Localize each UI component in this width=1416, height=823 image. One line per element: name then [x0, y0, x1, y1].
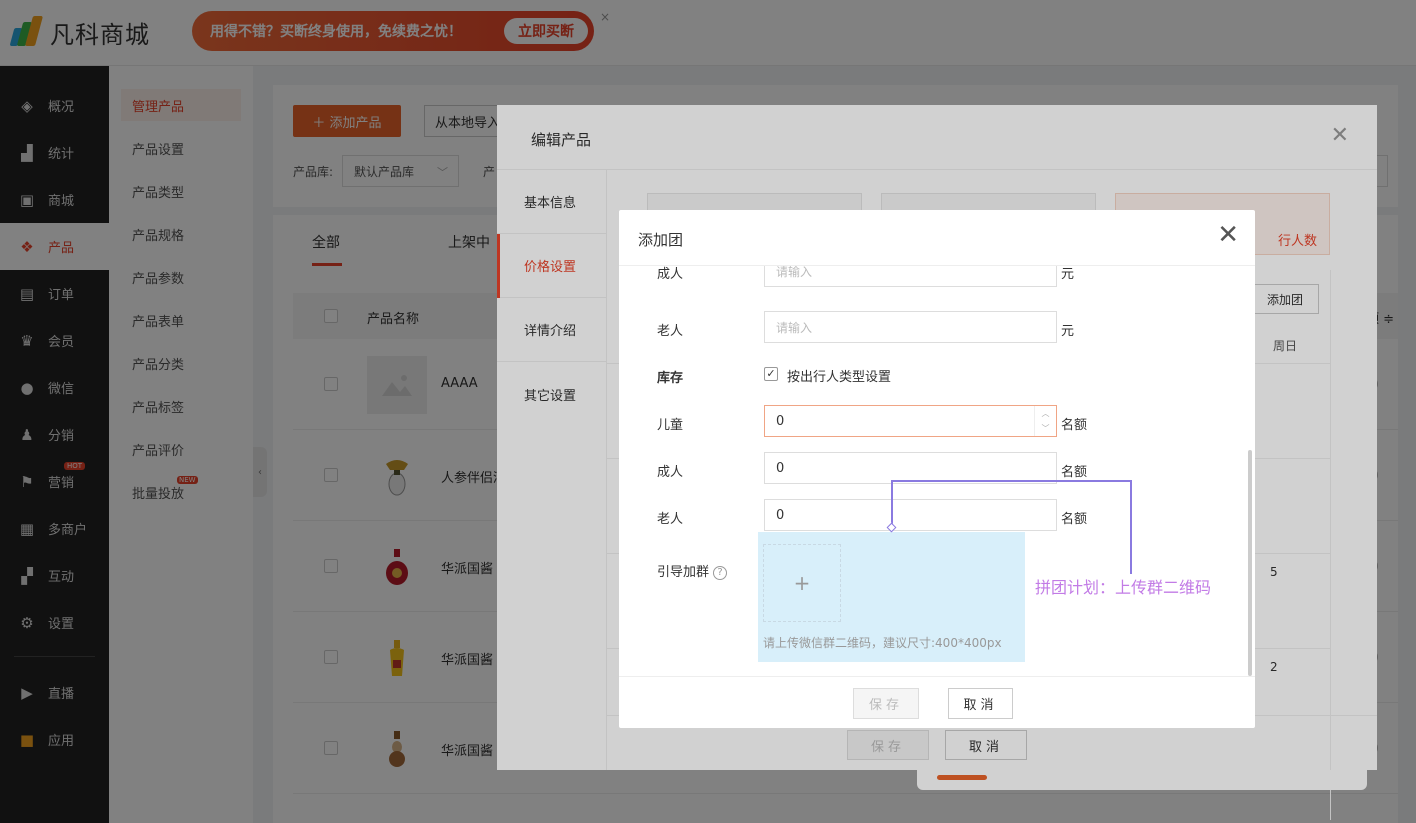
field-label: 成人	[657, 465, 684, 480]
dialog-body: 成人 请输入 元 老人 请输入 元 库存 ✓ 按出行人类型设置 儿童 0 ︿ ﹀ …	[619, 266, 1255, 676]
checkbox-label: 按出行人类型设置	[787, 370, 892, 385]
unit-label: 名额	[1061, 418, 1088, 433]
adult-price-input[interactable]: 请输入	[764, 266, 1057, 287]
dialog-title: 添加团	[638, 231, 684, 249]
add-group-dialog: 添加团 ✕ 成人 请输入 元 老人 请输入 元 库存 ✓ 按出行人类型设置 儿童…	[619, 210, 1255, 728]
child-quota-input[interactable]: 0 ︿ ﹀	[764, 405, 1057, 437]
senior-price-input[interactable]: 请输入	[764, 311, 1057, 343]
field-label: 老人	[657, 512, 684, 527]
stepper-up-icon[interactable]: ︿	[1035, 406, 1056, 421]
qr-upload-area: + 请上传微信群二维码，建议尺寸:400*400px	[758, 532, 1025, 662]
unit-label: 元	[1061, 267, 1075, 282]
upload-hint: 请上传微信群二维码，建议尺寸:400*400px	[763, 636, 1002, 650]
cancel-button[interactable]: 取消	[948, 688, 1013, 719]
help-icon[interactable]: ?	[713, 565, 728, 580]
vertical-scrollbar[interactable]	[1248, 450, 1252, 676]
label-text: 引导加群	[657, 565, 710, 580]
annotation-line	[1130, 480, 1132, 574]
annotation-text: 拼团计划：上传群二维码	[1035, 578, 1212, 597]
annotation-line	[891, 480, 1132, 482]
dialog-footer: 保存 取消	[619, 676, 1255, 728]
dialog-header: 添加团 ✕	[619, 210, 1255, 266]
field-label: 老人	[657, 324, 684, 339]
stepper-down-icon[interactable]: ﹀	[1035, 421, 1056, 436]
annotation-line	[891, 480, 893, 527]
stock-by-type-checkbox[interactable]: ✓	[764, 367, 778, 381]
save-button[interactable]: 保存	[853, 688, 919, 719]
unit-label: 名额	[1061, 512, 1088, 527]
quantity-stepper[interactable]: ︿ ﹀	[1034, 406, 1056, 436]
group-qr-label: 引导加群?	[657, 561, 728, 580]
unit-label: 名额	[1061, 465, 1088, 480]
senior-quota-input[interactable]: 0	[764, 499, 1057, 531]
unit-label: 元	[1061, 324, 1075, 339]
upload-button[interactable]: +	[763, 544, 841, 622]
close-icon[interactable]: ✕	[1217, 222, 1239, 248]
stock-label: 库存	[657, 371, 684, 386]
field-label: 成人	[657, 267, 684, 282]
field-label: 儿童	[657, 418, 684, 433]
input-value: 0	[776, 413, 785, 429]
